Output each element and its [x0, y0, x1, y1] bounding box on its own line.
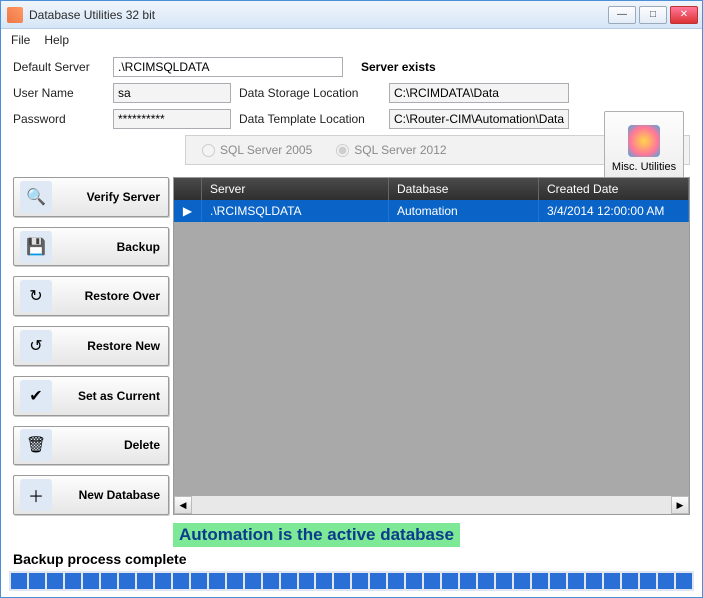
table-row[interactable]: ▶ .\RCIMSQLDATA Automation 3/4/2014 12:0…	[174, 200, 689, 222]
progress-bar	[9, 571, 694, 591]
refresh-icon: ↻	[20, 280, 52, 312]
refresh-new-icon: ↺	[20, 330, 52, 362]
restore-over-button[interactable]: ↻ Restore Over	[13, 276, 169, 316]
label-data-storage: Data Storage Location	[239, 86, 381, 100]
check-icon: ✔	[20, 380, 52, 412]
magnifier-icon: 🔍	[20, 181, 52, 213]
menu-help[interactable]: Help	[44, 33, 69, 47]
delete-button[interactable]: 🗑 Delete	[13, 426, 169, 466]
cell-server: .\RCIMSQLDATA	[202, 200, 389, 222]
server-exists-label: Server exists	[361, 60, 436, 74]
window-buttons: — □ ✕	[608, 6, 698, 24]
main-row: 🔍 Verify Server 💾 Backup ↻ Restore Over …	[1, 177, 702, 519]
password-input[interactable]	[113, 109, 231, 129]
default-server-input[interactable]	[113, 57, 343, 77]
app-icon	[7, 7, 23, 23]
app-window: Database Utilities 32 bit — □ ✕ File Hel…	[0, 0, 703, 598]
grid-header-selector[interactable]	[174, 178, 202, 200]
cell-database: Automation	[389, 200, 539, 222]
menu-file[interactable]: File	[11, 33, 30, 47]
label-default-server: Default Server	[13, 60, 105, 74]
row-indicator-icon: ▶	[174, 200, 202, 222]
grid-header-created[interactable]: Created Date	[539, 178, 689, 200]
new-database-button[interactable]: ＋ New Database	[13, 475, 169, 515]
label-user-name: User Name	[13, 86, 105, 100]
horizontal-scrollbar[interactable]: ◀ ▶	[174, 496, 689, 514]
minimize-button[interactable]: —	[608, 6, 636, 24]
scroll-right-icon[interactable]: ▶	[671, 496, 689, 514]
restore-new-button[interactable]: ↺ Restore New	[13, 326, 169, 366]
label-password: Password	[13, 112, 105, 126]
disk-icon: 💾	[20, 231, 52, 263]
plus-icon: ＋	[20, 479, 52, 511]
misc-utilities-button[interactable]: Misc. Utilities	[604, 111, 684, 187]
set-current-button[interactable]: ✔ Set as Current	[13, 376, 169, 416]
radio-sql2005[interactable]: SQL Server 2005	[202, 143, 312, 157]
misc-utilities-label: Misc. Utilities	[612, 161, 676, 173]
label-data-template: Data Template Location	[239, 112, 381, 126]
radio-sql2012[interactable]: SQL Server 2012	[336, 143, 446, 157]
user-name-input[interactable]	[113, 83, 231, 103]
status-text: Backup process complete	[1, 549, 702, 569]
data-storage-input[interactable]	[389, 83, 569, 103]
data-template-input[interactable]	[389, 109, 569, 129]
grid-header: Server Database Created Date	[174, 178, 689, 200]
window-title: Database Utilities 32 bit	[29, 8, 608, 22]
side-buttons: 🔍 Verify Server 💾 Backup ↻ Restore Over …	[13, 177, 169, 515]
database-grid[interactable]: Server Database Created Date ▶ .\RCIMSQL…	[173, 177, 690, 515]
verify-server-button[interactable]: 🔍 Verify Server	[13, 177, 169, 217]
backup-button[interactable]: 💾 Backup	[13, 227, 169, 267]
menubar: File Help	[1, 29, 702, 51]
cell-created: 3/4/2014 12:00:00 AM	[539, 200, 689, 222]
grid-header-database[interactable]: Database	[389, 178, 539, 200]
grid-header-server[interactable]: Server	[202, 178, 389, 200]
active-database-banner: Automation is the active database	[173, 523, 460, 547]
form-area: Default Server Server exists User Name D…	[1, 51, 702, 177]
maximize-button[interactable]: □	[639, 6, 667, 24]
scroll-left-icon[interactable]: ◀	[174, 496, 192, 514]
trash-icon: 🗑	[20, 429, 52, 461]
tools-icon	[628, 125, 660, 157]
titlebar: Database Utilities 32 bit — □ ✕	[1, 1, 702, 29]
grid-body	[174, 222, 689, 496]
close-button[interactable]: ✕	[670, 6, 698, 24]
